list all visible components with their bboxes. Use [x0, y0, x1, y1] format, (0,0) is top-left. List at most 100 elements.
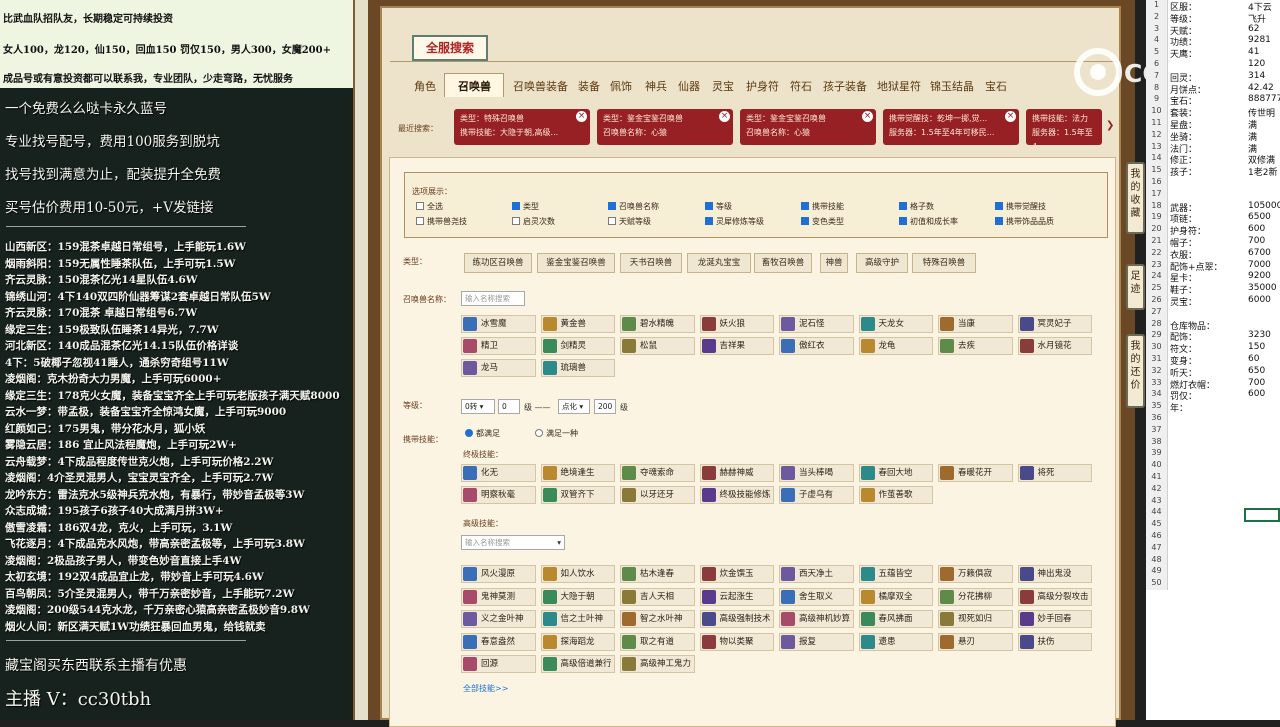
- pet-item[interactable]: 天龙女: [858, 315, 933, 333]
- sheet-row[interactable]: 27: [1146, 306, 1280, 319]
- high-skill[interactable]: 橘摩双全: [858, 587, 933, 606]
- type-button[interactable]: 练功区召唤兽: [464, 253, 532, 273]
- option-checkbox[interactable]: 格子数: [899, 201, 934, 212]
- sheet-row[interactable]: 47: [1146, 542, 1280, 555]
- option-checkbox[interactable]: 携带兽尧技: [416, 216, 467, 227]
- side-tab-favorites[interactable]: 我的收藏: [1126, 162, 1145, 234]
- high-skill[interactable]: 扶伤: [1017, 632, 1092, 651]
- level-max-input[interactable]: 200: [594, 399, 616, 414]
- recent-search-card[interactable]: 携带觉醒技：乾坤一掷,觉... 服务器：1.5年至4年可移民... ×: [883, 109, 1019, 145]
- type-button[interactable]: 龙涎丸宝宝: [687, 253, 751, 273]
- high-skill[interactable]: 春风拂面: [858, 610, 933, 628]
- high-skill[interactable]: 风火漫原: [461, 565, 536, 583]
- recent-search-card[interactable]: 类型：特殊召唤兽 携带技能：大隐于朝,高级... ×: [454, 109, 590, 145]
- sheet-row[interactable]: 1 区服： 4下云: [1146, 0, 1280, 13]
- pet-item[interactable]: 当康: [938, 315, 1013, 333]
- high-skill[interactable]: 高级倍道兼行: [540, 655, 615, 673]
- sheet-row[interactable]: 32 听天： 650: [1146, 365, 1280, 379]
- pet-item[interactable]: 碧水精魄: [620, 315, 695, 333]
- tab-11[interactable]: 地狱星符: [877, 78, 921, 94]
- checkbox-icon[interactable]: [512, 202, 520, 210]
- pet-item[interactable]: 傲红衣: [779, 337, 854, 355]
- high-skill-search-input[interactable]: 输入名称搜索 ▾: [461, 535, 565, 550]
- high-skill[interactable]: 万籁俱寂: [938, 565, 1013, 583]
- option-checkbox[interactable]: 灵犀修炼等级: [705, 216, 764, 227]
- sheet-row[interactable]: 34 罚仅： 600: [1146, 389, 1280, 402]
- pet-item[interactable]: 龙马: [461, 359, 536, 377]
- sheet-row[interactable]: 21 帽子： 700: [1146, 236, 1280, 249]
- sheet-row[interactable]: 19 项链： 6500: [1146, 212, 1280, 225]
- pet-item[interactable]: 冥灵妃子: [1017, 315, 1092, 333]
- high-skill[interactable]: 五蕴皆空: [858, 565, 933, 583]
- pet-item[interactable]: 去疾: [938, 337, 1013, 355]
- high-skill[interactable]: 高级强制技术: [699, 610, 774, 628]
- final-skill[interactable]: 当头棒喝: [779, 464, 854, 482]
- sheet-row[interactable]: 2 等级： 飞升: [1146, 11, 1280, 25]
- side-tab-bargain[interactable]: 我的还价: [1126, 334, 1145, 408]
- high-skill[interactable]: 遗患: [858, 632, 933, 651]
- sheet-row[interactable]: 14 修正： 双修满: [1146, 153, 1280, 166]
- option-checkbox[interactable]: 携带饰品品质: [995, 216, 1054, 227]
- sheet-row[interactable]: 18 武器： 105000: [1146, 200, 1280, 214]
- type-button[interactable]: 畜牧召唤兽: [754, 253, 812, 273]
- tab-5[interactable]: 神兵: [645, 78, 667, 94]
- sheet-row[interactable]: 30 符文： 150: [1146, 342, 1280, 355]
- pet-item[interactable]: 琉璃兽: [540, 359, 615, 377]
- chevron-right-icon[interactable]: ❯: [1106, 120, 1114, 131]
- pet-name-search-input[interactable]: 输入名称搜索: [461, 291, 525, 306]
- sheet-row[interactable]: 20 护身符： 600: [1146, 224, 1280, 237]
- sheet-row[interactable]: 28 仓库物品：: [1146, 318, 1280, 332]
- high-skill[interactable]: 大隐于朝: [540, 587, 615, 606]
- sheet-row[interactable]: 17: [1146, 188, 1280, 201]
- checkbox-icon[interactable]: [801, 217, 809, 225]
- sheet-row[interactable]: 33 燃灯衣帽： 700: [1146, 377, 1280, 391]
- option-checkbox[interactable]: 携带觉醒技: [995, 201, 1046, 212]
- high-skill[interactable]: 回源: [461, 655, 536, 673]
- high-skill[interactable]: 炊金馔玉: [699, 565, 774, 583]
- high-skill[interactable]: 义之金叶神: [461, 610, 536, 628]
- tab-8[interactable]: 护身符: [746, 78, 779, 94]
- sheet-row[interactable]: 23 配饰+点翠： 7000: [1146, 259, 1280, 273]
- all-skills-link[interactable]: 全部技能>>: [463, 683, 508, 694]
- checkbox-icon[interactable]: [801, 202, 809, 210]
- sheet-row[interactable]: 26 灵宝： 6000: [1146, 295, 1280, 308]
- option-checkbox[interactable]: 启灵次数: [512, 216, 555, 227]
- pet-item[interactable]: 黄金兽: [540, 315, 615, 333]
- sheet-row[interactable]: 42: [1146, 483, 1280, 496]
- pet-item[interactable]: 松鼠: [620, 337, 695, 355]
- final-skill[interactable]: 将死: [1017, 464, 1092, 482]
- option-checkbox[interactable]: 召唤兽名称: [608, 201, 659, 212]
- tab-9[interactable]: 符石: [790, 78, 812, 94]
- option-checkbox[interactable]: 全选: [416, 201, 443, 212]
- sheet-row[interactable]: 43: [1146, 495, 1280, 508]
- high-skill[interactable]: 鬼神莫测: [461, 587, 536, 606]
- final-skill[interactable]: 春回大地: [858, 464, 933, 482]
- high-skill[interactable]: 分花拂柳: [938, 587, 1013, 606]
- level-min-input[interactable]: 0: [498, 399, 520, 414]
- tab-2[interactable]: 召唤兽装备: [513, 78, 568, 94]
- sheet-row[interactable]: 16: [1146, 177, 1280, 189]
- checkbox-icon[interactable]: [705, 202, 713, 210]
- high-skill[interactable]: 报复: [779, 632, 854, 651]
- tab-0[interactable]: 角色: [414, 78, 436, 94]
- final-skill[interactable]: 赫赫神威: [699, 464, 774, 482]
- high-skill[interactable]: 神出鬼没: [1017, 565, 1092, 583]
- high-skill[interactable]: 舍生取义: [779, 587, 854, 606]
- sheet-row[interactable]: 4 功绩： 9281: [1146, 35, 1280, 48]
- sheet-row[interactable]: 6 120: [1146, 59, 1280, 71]
- checkbox-icon[interactable]: [416, 202, 424, 210]
- rebirth-select-min[interactable]: 0转 ▾: [461, 399, 495, 414]
- final-skill[interactable]: 绝境逢生: [540, 464, 615, 482]
- high-skill[interactable]: 吉人天相: [620, 587, 695, 606]
- type-button[interactable]: 特殊召唤兽: [912, 253, 976, 273]
- pet-item[interactable]: 冰雪魔: [461, 315, 536, 333]
- sheet-row[interactable]: 25 鞋子： 35000: [1146, 283, 1280, 296]
- recent-search-card[interactable]: 携带技能：法力服务器：1.5年至4: [1026, 109, 1102, 145]
- high-skill[interactable]: 云起涨生: [699, 587, 774, 606]
- close-icon[interactable]: ×: [1005, 111, 1016, 122]
- sheet-row[interactable]: 5 天鹰： 41: [1146, 47, 1280, 60]
- checkbox-icon[interactable]: [608, 217, 616, 225]
- sheet-row[interactable]: 40: [1146, 460, 1280, 472]
- final-skill[interactable]: 春暖花开: [938, 464, 1013, 482]
- sheet-row[interactable]: 39: [1146, 448, 1280, 461]
